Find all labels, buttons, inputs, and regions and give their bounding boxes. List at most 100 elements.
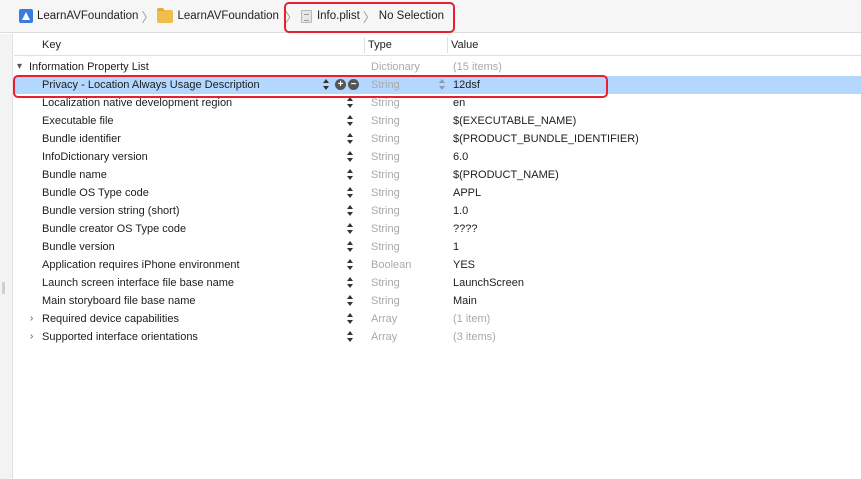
key-stepper-icon[interactable] <box>346 169 354 181</box>
plist-key[interactable]: Launch screen interface file base name <box>42 274 234 292</box>
plist-value[interactable]: LaunchScreen <box>453 274 524 292</box>
plist-key[interactable]: Application requires iPhone environment <box>42 256 240 274</box>
plist-type[interactable]: Dictionary <box>371 58 420 76</box>
plist-row[interactable]: Bundle version String 1 <box>14 238 861 256</box>
breadcrumb-file-label: Info.plist <box>316 10 360 22</box>
plist-row[interactable]: Bundle OS Type code String APPL <box>14 184 861 202</box>
plist-key[interactable]: Bundle version <box>42 238 115 256</box>
plist-key[interactable]: Bundle creator OS Type code <box>42 220 186 238</box>
plist-type[interactable]: String <box>371 220 400 238</box>
plist-value[interactable]: (1 item) <box>453 310 490 328</box>
plist-row-selected[interactable]: Privacy - Location Always Usage Descript… <box>14 76 861 94</box>
plist-row[interactable]: › Required device capabilities Array (1 ite… <box>14 310 861 328</box>
disclosure-closed-icon[interactable]: › <box>30 310 33 328</box>
plist-value[interactable]: YES <box>453 256 475 274</box>
plist-value[interactable]: $(EXECUTABLE_NAME) <box>453 112 576 130</box>
breadcrumb-project-label: LearnAVFoundation <box>37 10 139 22</box>
plist-type[interactable]: String <box>371 238 400 256</box>
plist-key[interactable]: Information Property List <box>29 58 149 76</box>
plist-key[interactable]: Required device capabilities <box>42 310 179 328</box>
plist-row[interactable]: Bundle name String $(PRODUCT_NAME) <box>14 166 861 184</box>
plist-row[interactable]: Bundle identifier String $(PRODUCT_BUNDLE_… <box>14 130 861 148</box>
key-stepper-icon[interactable] <box>346 115 354 127</box>
add-row-button[interactable]: + <box>335 79 346 90</box>
plist-key[interactable]: Executable file <box>42 112 114 130</box>
plist-type[interactable]: String <box>371 112 400 130</box>
plist-column-header: Key Type Value <box>14 34 861 56</box>
plist-key[interactable]: Supported interface orientations <box>42 328 198 346</box>
plist-value[interactable]: $(PRODUCT_BUNDLE_IDENTIFIER) <box>453 130 639 148</box>
plist-value[interactable]: Main <box>453 292 477 310</box>
breadcrumb-project[interactable]: LearnAVFoundation <box>0 6 138 26</box>
key-stepper-icon[interactable] <box>346 133 354 145</box>
plist-key[interactable]: Bundle version string (short) <box>42 202 180 220</box>
plist-row[interactable]: › Supported interface orientations Array (3… <box>14 328 861 346</box>
plist-type[interactable]: String <box>371 202 400 220</box>
plist-row[interactable]: Main storyboard file base name String Main <box>14 292 861 310</box>
plist-value[interactable]: 1.0 <box>453 202 468 220</box>
plist-value[interactable]: APPL <box>453 184 481 202</box>
plist-key[interactable]: Main storyboard file base name <box>42 292 195 310</box>
plist-type[interactable]: String <box>371 274 400 292</box>
key-stepper-icon[interactable] <box>346 241 354 253</box>
plist-type[interactable]: String <box>371 148 400 166</box>
plist-key[interactable]: Bundle name <box>42 166 107 184</box>
plist-value[interactable]: 6.0 <box>453 148 468 166</box>
column-divider[interactable] <box>364 37 365 53</box>
plist-type[interactable]: String <box>371 184 400 202</box>
plist-type[interactable]: String <box>371 130 400 148</box>
column-header-key[interactable]: Key <box>42 39 61 51</box>
remove-row-button[interactable]: − <box>348 79 359 90</box>
plist-row[interactable]: Launch screen interface file base name St… <box>14 274 861 292</box>
column-divider[interactable] <box>447 37 448 53</box>
plist-value[interactable]: (15 items) <box>453 58 502 76</box>
key-stepper-icon[interactable] <box>346 205 354 217</box>
plist-type[interactable]: Array <box>371 328 397 346</box>
plist-row[interactable]: ▾ Information Property List Dictionary (15 … <box>14 58 861 76</box>
disclosure-open-icon[interactable]: ▾ <box>17 58 22 76</box>
plist-type[interactable]: Array <box>371 310 397 328</box>
key-stepper-icon[interactable] <box>346 187 354 199</box>
plist-key[interactable]: Localization native development region <box>42 94 232 112</box>
plist-row[interactable]: Bundle version string (short) String 1.0 <box>14 202 861 220</box>
plist-type[interactable]: Boolean <box>371 256 411 274</box>
plist-value[interactable]: (3 items) <box>453 328 496 346</box>
plist-value[interactable]: ???? <box>453 220 477 238</box>
column-header-value[interactable]: Value <box>451 39 478 51</box>
plist-type[interactable]: String <box>371 292 400 310</box>
plist-type[interactable]: String <box>371 76 400 94</box>
plist-type[interactable]: String <box>371 166 400 184</box>
key-stepper-icon[interactable] <box>322 79 330 91</box>
key-stepper-icon[interactable] <box>346 151 354 163</box>
plist-value[interactable]: en <box>453 94 465 112</box>
plist-type[interactable]: String <box>371 94 400 112</box>
column-header-type[interactable]: Type <box>368 39 392 51</box>
key-stepper-icon[interactable] <box>346 259 354 271</box>
chevron-right-icon: 〉 <box>284 9 298 25</box>
plist-row[interactable]: Executable file String $(EXECUTABLE_NAME) <box>14 112 861 130</box>
breadcrumb-file[interactable]: Info.plist <box>300 6 360 26</box>
plist-row[interactable]: Application requires iPhone environment B… <box>14 256 861 274</box>
plist-row[interactable]: InfoDictionary version String 6.0 <box>14 148 861 166</box>
plist-key[interactable]: Bundle identifier <box>42 130 121 148</box>
key-stepper-icon[interactable] <box>346 97 354 109</box>
plist-row[interactable]: Bundle creator OS Type code String???? <box>14 220 861 238</box>
plist-value[interactable]: 1 <box>453 238 459 256</box>
key-stepper-icon[interactable] <box>346 295 354 307</box>
type-stepper-icon[interactable] <box>438 79 446 91</box>
chevron-right-icon: 〉 <box>362 9 376 25</box>
breadcrumb-group[interactable]: LearnAVFoundation <box>157 6 279 26</box>
key-stepper-icon[interactable] <box>346 277 354 289</box>
key-stepper-icon[interactable] <box>346 223 354 235</box>
jump-bar: LearnAVFoundation 〉 LearnAVFoundation 〉 … <box>0 0 861 33</box>
plist-value[interactable]: $(PRODUCT_NAME) <box>453 166 559 184</box>
plist-key[interactable]: Privacy - Location Always Usage Descript… <box>42 76 260 94</box>
disclosure-closed-icon[interactable]: › <box>30 328 33 346</box>
breadcrumb-selection[interactable]: No Selection <box>379 6 444 26</box>
plist-value[interactable]: 12dsf <box>453 76 480 94</box>
key-stepper-icon[interactable] <box>346 331 354 343</box>
key-stepper-icon[interactable] <box>346 313 354 325</box>
plist-key[interactable]: Bundle OS Type code <box>42 184 149 202</box>
plist-key[interactable]: InfoDictionary version <box>42 148 148 166</box>
plist-row[interactable]: Localization native development region St… <box>14 94 861 112</box>
